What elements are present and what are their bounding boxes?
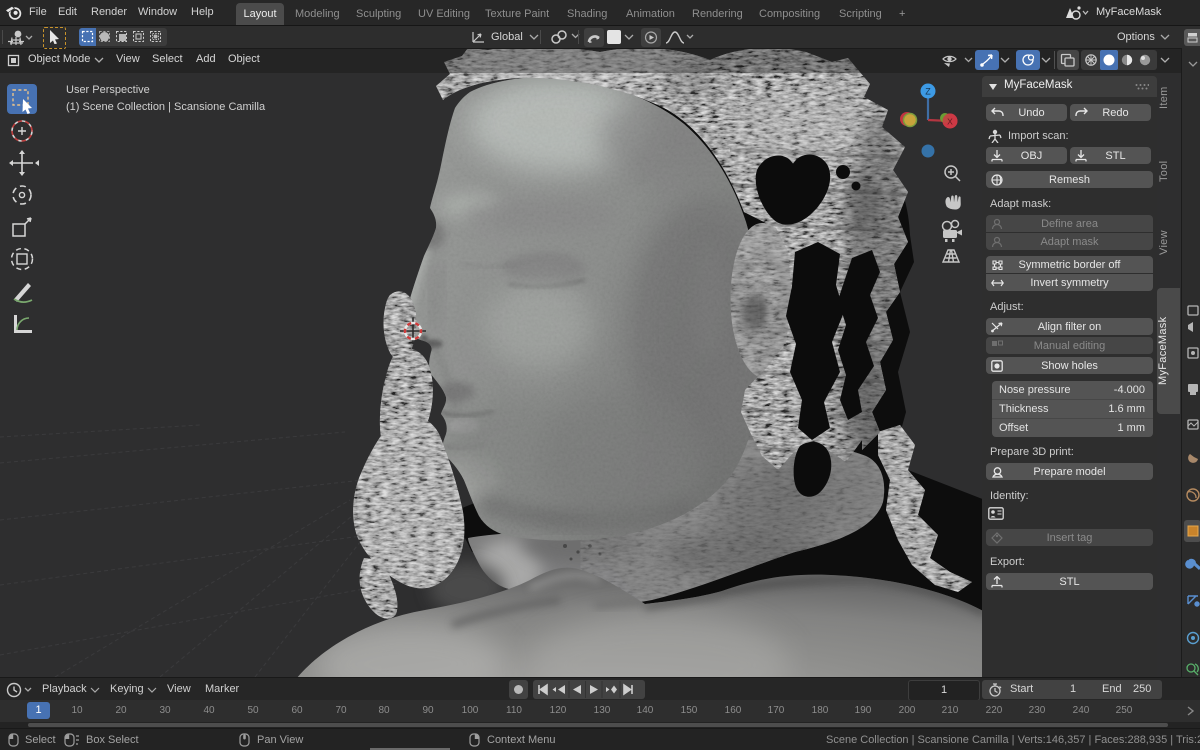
svg-text:Z: Z xyxy=(925,87,931,97)
svg-text:X: X xyxy=(947,117,953,127)
